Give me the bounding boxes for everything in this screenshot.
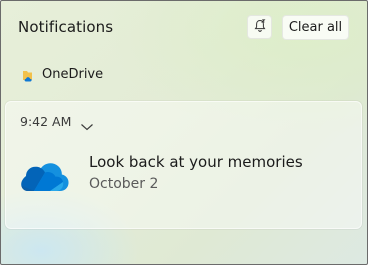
chevron-down-icon[interactable] — [80, 117, 94, 130]
app-name-label: OneDrive — [42, 67, 104, 82]
notification-center-panel: Notifications Clear all OneDrive 9:42 AM — [0, 0, 368, 265]
do-not-disturb-button[interactable] — [247, 15, 272, 39]
notification-card[interactable]: 9:42 AM Look back at your memories Octob… — [5, 101, 362, 229]
app-group-header: OneDrive — [21, 67, 103, 82]
notification-time: 9:42 AM — [20, 114, 72, 129]
bell-zz-icon — [253, 18, 267, 37]
onedrive-cloud-icon — [20, 160, 70, 194]
panel-title: Notifications — [18, 18, 114, 36]
clear-all-button[interactable]: Clear all — [282, 15, 349, 40]
notification-time-row: 9:42 AM — [20, 114, 94, 130]
onedrive-folder-icon — [21, 68, 35, 82]
notification-subtitle: October 2 — [89, 176, 159, 192]
notification-title: Look back at your memories — [89, 153, 303, 171]
